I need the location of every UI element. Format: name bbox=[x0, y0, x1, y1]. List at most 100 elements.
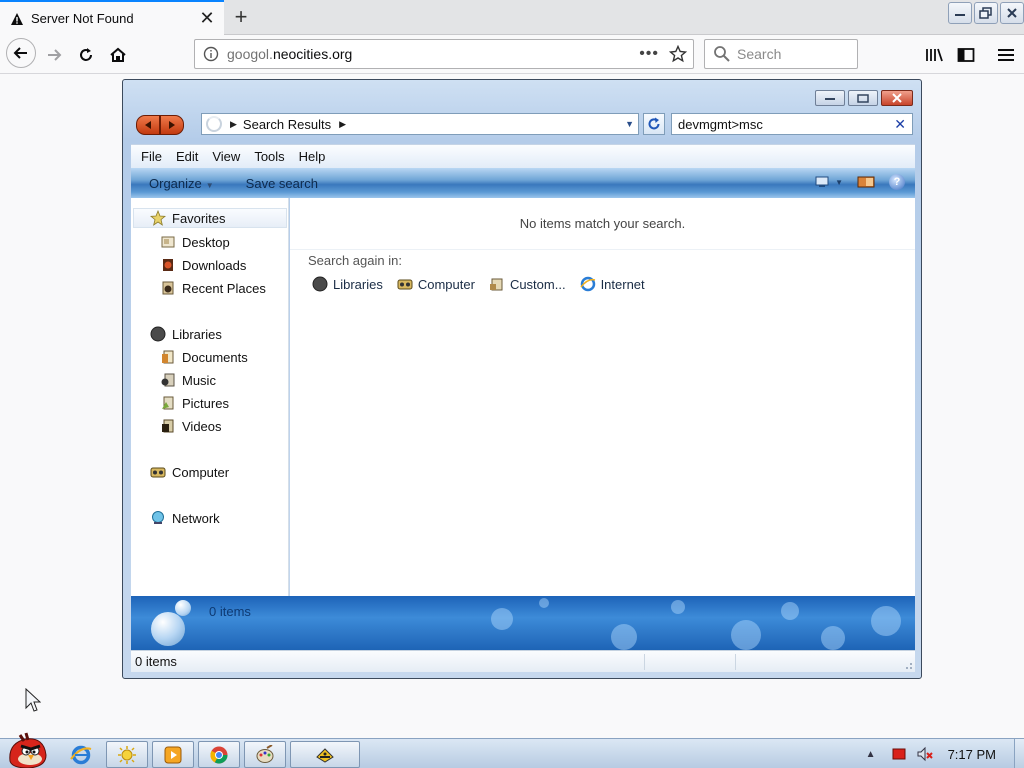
forward-arrow-icon bbox=[48, 49, 62, 61]
home-button[interactable] bbox=[104, 41, 132, 69]
menu-view[interactable]: View bbox=[212, 149, 240, 164]
bubble-decoration bbox=[491, 608, 513, 630]
nav-libraries[interactable]: Libraries bbox=[150, 324, 222, 344]
music-icon bbox=[161, 373, 175, 387]
breadcrumb-arrow-icon[interactable]: ▶ bbox=[339, 119, 346, 130]
menu-help[interactable]: Help bbox=[299, 149, 326, 164]
libraries-icon bbox=[150, 326, 166, 342]
search-progress-icon bbox=[206, 116, 222, 132]
nav-network[interactable]: Network bbox=[150, 508, 220, 528]
nav-favorites[interactable]: Favorites bbox=[133, 208, 287, 228]
nav-computer-label: Computer bbox=[172, 464, 230, 480]
search-bubble-icon bbox=[151, 612, 185, 646]
url-domain: neocities.org bbox=[272, 46, 353, 62]
videos-icon bbox=[162, 419, 174, 433]
breadcrumb[interactable]: Search Results bbox=[243, 117, 331, 132]
explorer-window: ▶ Search Results ▶ ▼ devmgmt>msc ✕ File … bbox=[122, 79, 922, 679]
status-divider bbox=[644, 654, 645, 670]
bubble-decoration bbox=[671, 600, 685, 614]
search-icon bbox=[714, 46, 730, 62]
nav-computer[interactable]: Computer bbox=[150, 462, 229, 482]
nav-recent-places[interactable]: Recent Places bbox=[160, 278, 266, 298]
search-bar[interactable] bbox=[704, 39, 858, 69]
nav-downloads-label: Downloads bbox=[182, 257, 247, 273]
save-search-button[interactable]: Save search bbox=[246, 176, 318, 191]
search-in-libraries-label: Libraries bbox=[333, 276, 383, 292]
resize-grip-icon[interactable] bbox=[903, 660, 913, 670]
start-button-angry-bird-icon[interactable] bbox=[4, 731, 50, 768]
recent-places-icon bbox=[162, 281, 174, 295]
browser-tab[interactable]: Server Not Found ✕ bbox=[0, 0, 224, 35]
explorer-minimize-button[interactable] bbox=[815, 90, 845, 106]
search-in-internet-button[interactable]: Internet bbox=[579, 276, 645, 292]
page-actions-icon[interactable]: ••• bbox=[639, 45, 659, 63]
explorer-back-button[interactable] bbox=[136, 115, 160, 135]
search-in-custom-label: Custom... bbox=[509, 276, 566, 292]
help-icon[interactable]: ? bbox=[889, 174, 905, 190]
clear-search-icon[interactable]: ✕ bbox=[894, 116, 906, 133]
menu-edit[interactable]: Edit bbox=[176, 149, 198, 164]
preview-pane-icon[interactable] bbox=[857, 176, 875, 188]
forward-button[interactable] bbox=[40, 41, 68, 69]
window-close-button[interactable] bbox=[1000, 2, 1024, 24]
nav-recent-places-label: Recent Places bbox=[182, 280, 266, 296]
nav-videos[interactable]: Videos bbox=[160, 416, 222, 436]
menu-tools[interactable]: Tools bbox=[254, 149, 284, 164]
view-options-button[interactable]: ▼ bbox=[815, 176, 843, 188]
minimize-button[interactable] bbox=[948, 2, 972, 24]
organize-button[interactable]: Organize ▼ bbox=[149, 176, 214, 191]
menu-button[interactable] bbox=[992, 41, 1020, 69]
taskbar-media-player-button[interactable] bbox=[152, 741, 194, 768]
tab-title: Server Not Found bbox=[31, 11, 134, 26]
restore-button[interactable] bbox=[974, 2, 998, 24]
show-desktop-button[interactable] bbox=[1014, 739, 1024, 768]
back-button[interactable] bbox=[6, 38, 36, 68]
address-bar[interactable]: ▶ Search Results ▶ ▼ bbox=[201, 113, 639, 135]
explorer-maximize-button[interactable] bbox=[848, 90, 878, 106]
taskbar-clock[interactable]: 7:17 PM bbox=[948, 747, 996, 762]
taskbar-explorer-window-button[interactable] bbox=[290, 741, 360, 768]
explorer-forward-button[interactable] bbox=[160, 115, 184, 135]
command-bar: Organize ▼ Save search ▼ ? bbox=[131, 168, 915, 198]
nav-desktop[interactable]: Desktop bbox=[160, 232, 230, 252]
volume-muted-icon[interactable] bbox=[916, 746, 934, 762]
dropdown-arrow-icon: ▼ bbox=[205, 180, 214, 190]
explorer-window-controls bbox=[815, 90, 913, 106]
search-in-libraries-button[interactable]: Libraries bbox=[312, 276, 383, 292]
mouse-cursor-icon bbox=[25, 688, 41, 712]
search-in-computer-button[interactable]: Computer bbox=[397, 276, 475, 292]
left-arrow-icon bbox=[145, 121, 151, 129]
search-in-internet-label: Internet bbox=[600, 276, 645, 292]
bookmark-star-icon[interactable] bbox=[669, 45, 687, 63]
taskbar-paint-button[interactable] bbox=[244, 741, 286, 768]
breadcrumb-arrow-icon[interactable]: ▶ bbox=[230, 119, 237, 130]
tray-flag-icon[interactable] bbox=[892, 748, 906, 760]
explorer-close-button[interactable] bbox=[881, 90, 913, 106]
chrome-icon bbox=[210, 746, 228, 764]
address-dropdown-icon[interactable]: ▼ bbox=[625, 119, 634, 129]
taskbar-chrome-button[interactable] bbox=[198, 741, 240, 768]
tab-close-icon[interactable]: ✕ bbox=[196, 8, 218, 30]
nav-music[interactable]: Music bbox=[160, 370, 216, 390]
menu-file[interactable]: File bbox=[141, 149, 162, 164]
search-input[interactable] bbox=[737, 46, 847, 62]
nav-documents[interactable]: Documents bbox=[160, 347, 248, 367]
taskbar-ie-button[interactable] bbox=[62, 742, 100, 768]
nav-downloads[interactable]: Downloads bbox=[160, 255, 246, 275]
sidebar-toggle-button[interactable] bbox=[952, 41, 980, 69]
new-tab-button[interactable]: + bbox=[228, 4, 254, 30]
url-bar[interactable]: googol.neocities.org ••• bbox=[194, 39, 694, 69]
refresh-button[interactable] bbox=[643, 113, 665, 135]
paint-palette-icon bbox=[256, 744, 274, 763]
organize-label: Organize bbox=[149, 175, 202, 191]
explorer-search-box[interactable]: devmgmt>msc ✕ bbox=[671, 113, 913, 135]
taskbar-explorer-button[interactable] bbox=[106, 741, 148, 768]
search-in-custom-button[interactable]: Custom... bbox=[489, 276, 566, 292]
reload-button[interactable] bbox=[72, 41, 100, 69]
library-button[interactable] bbox=[920, 41, 948, 69]
nav-pictures[interactable]: Pictures bbox=[160, 393, 229, 413]
show-hidden-icons-icon[interactable]: ▲ bbox=[866, 749, 876, 760]
bubble-decoration bbox=[731, 620, 761, 650]
explorer-search-input[interactable]: devmgmt>msc bbox=[678, 117, 894, 132]
warning-icon bbox=[11, 12, 23, 25]
